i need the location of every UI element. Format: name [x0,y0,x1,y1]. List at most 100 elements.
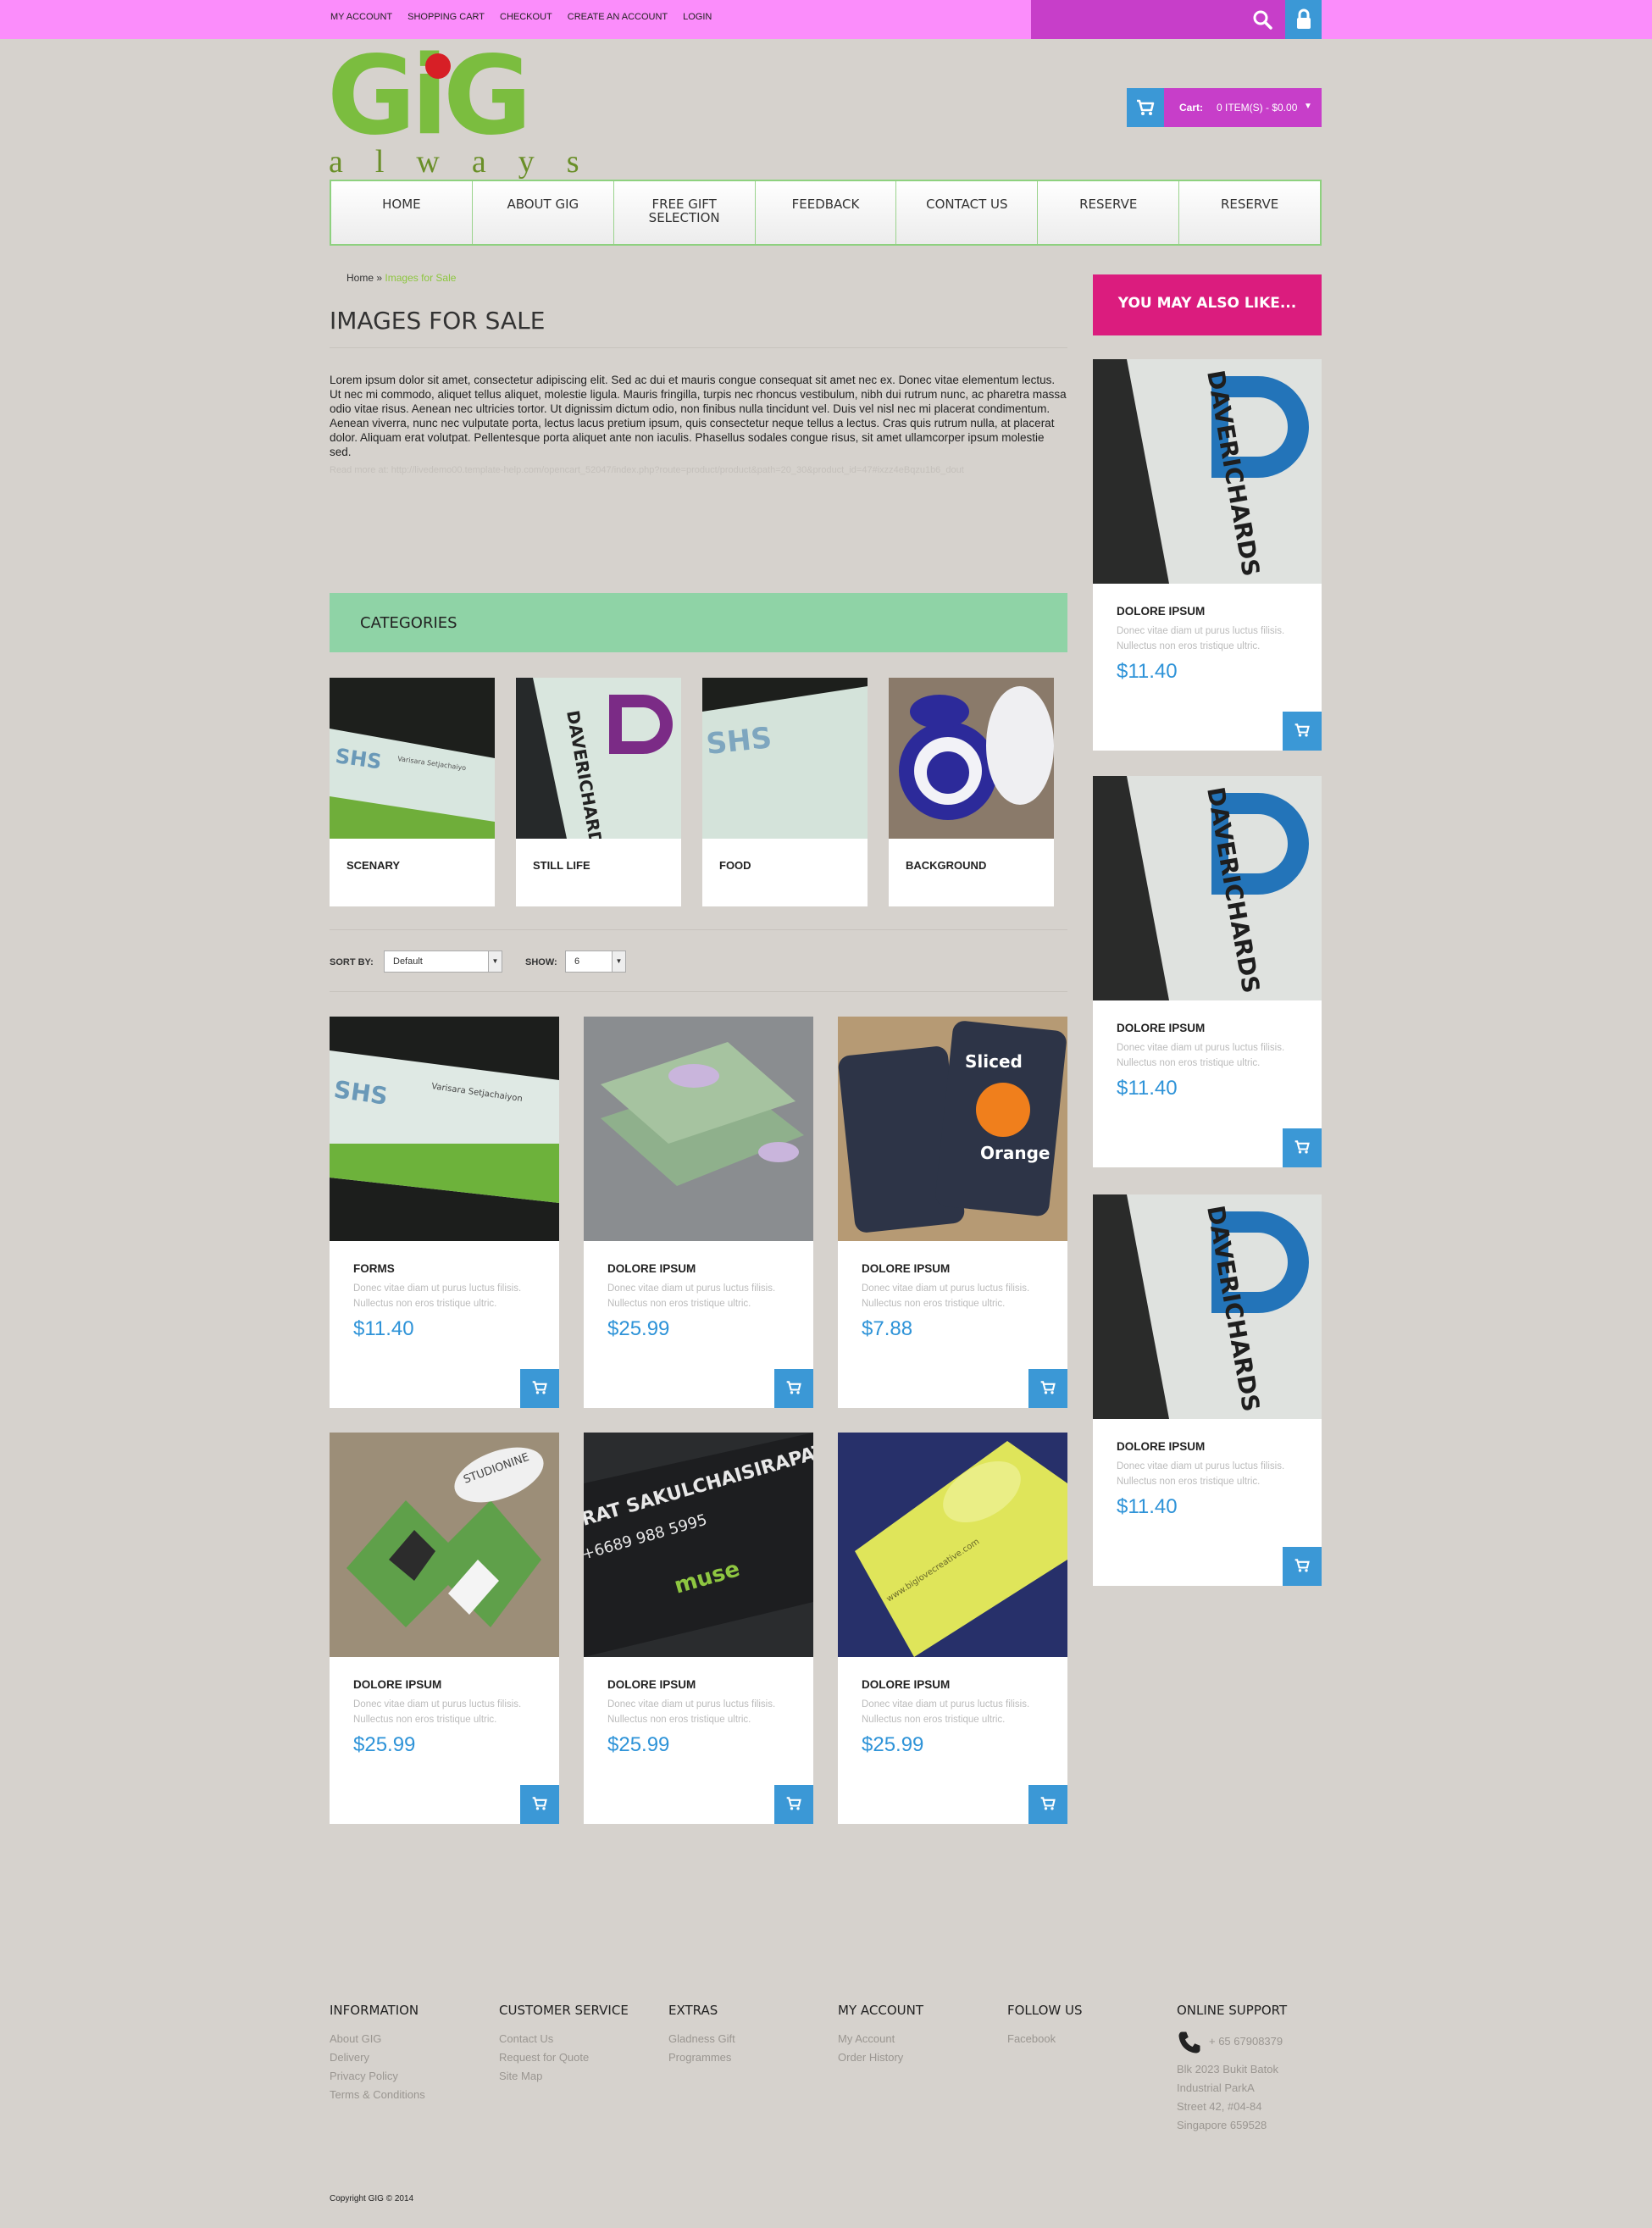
add-to-cart-button[interactable] [774,1369,813,1408]
nav-reserve[interactable]: RESERVE [1038,181,1180,244]
nav-reserve-2[interactable]: RESERVE [1179,181,1320,244]
product-card[interactable]: RAT SAKULCHAISIRAPAT +6689 988 5995 muse… [584,1433,813,1824]
category-image[interactable]: SHS Varisara Setjachaiyo [330,678,495,839]
add-to-cart-button[interactable] [774,1785,813,1824]
support-address-line: Street 42, #04-84 [1177,2100,1262,2113]
sidebar-product-card[interactable]: DAVERICHARDS DOLORE IPSUM Donec vitae di… [1093,359,1322,751]
categories-title: CATEGORIES [360,614,457,632]
cart-icon [786,1797,801,1810]
breadcrumb-home[interactable]: Home [346,272,374,284]
product-image[interactable]: STUDIONINE [330,1433,559,1657]
svg-text:Orange: Orange [980,1143,1050,1163]
add-to-cart-button[interactable] [1283,1128,1322,1167]
product-image[interactable]: SHS Varisara Setjachaiyon [330,1017,559,1241]
nav-contact-us[interactable]: CONTACT US [896,181,1039,244]
product-image[interactable]: RAT SAKULCHAISIRAPAT +6689 988 5995 muse [584,1433,813,1657]
add-to-cart-button[interactable] [520,1369,559,1408]
add-to-cart-button[interactable] [1283,1547,1322,1586]
product-name[interactable]: DOLORE IPSUM [1117,1440,1205,1453]
product-name[interactable]: FORMS [353,1262,395,1275]
nav-free-gift-selection[interactable]: FREE GIFT SELECTION [614,181,756,244]
product-price: $25.99 [353,1733,416,1756]
product-card[interactable]: www.biglovecreative.com DOLORE IPSUM Don… [838,1433,1067,1824]
divider [330,347,1067,348]
product-name[interactable]: DOLORE IPSUM [607,1262,696,1275]
category-card-background[interactable]: BACKGROUND [889,678,1054,906]
footer-link-privacy[interactable]: Privacy Policy [330,2067,425,2086]
support-address-line: Industrial ParkA [1177,2081,1255,2094]
nav-feedback[interactable]: FEEDBACK [756,181,897,244]
add-to-cart-button[interactable] [520,1785,559,1824]
product-price: $11.40 [1117,1495,1178,1518]
show-select[interactable]: 6 ▼ [565,951,626,973]
product-description: Donec vitae diam ut purus luctus filisis… [353,1283,522,1309]
sidebar-product-card[interactable]: DAVERICHARDS DOLORE IPSUM Donec vitae di… [1093,1194,1322,1586]
category-card-scenary[interactable]: SHS Varisara Setjachaiyo SCENARY [330,678,495,906]
search-icon[interactable] [1252,9,1272,30]
cart-icon [532,1797,547,1810]
nav-home[interactable]: HOME [331,181,473,244]
product-name[interactable]: DOLORE IPSUM [1117,605,1205,618]
sidebar-product-card[interactable]: DAVERICHARDS DOLORE IPSUM Donec vitae di… [1093,776,1322,1167]
product-description: Donec vitae diam ut purus luctus filisis… [353,1699,522,1725]
footer-customer-service: CUSTOMER SERVICE Contact Us Request for … [499,2003,629,2086]
footer-link-quote[interactable]: Request for Quote [499,2048,629,2067]
lock-icon[interactable] [1294,8,1313,30]
footer-heading: CUSTOMER SERVICE [499,2003,629,2018]
search-area [1031,0,1285,39]
cart-button[interactable] [1127,88,1164,127]
product-card[interactable]: STUDIONINE DOLORE IPSUM Donec vitae diam… [330,1433,559,1824]
footer-my-account: MY ACCOUNT My Account Order History [838,2003,923,2067]
product-name[interactable]: DOLORE IPSUM [353,1678,441,1691]
page-title: IMAGES FOR SALE [330,307,546,335]
product-name[interactable]: DOLORE IPSUM [862,1262,950,1275]
product-image[interactable]: www.biglovecreative.com [838,1433,1067,1657]
category-image[interactable]: DAVERICHARDS [516,678,681,839]
footer-link-programmes[interactable]: Programmes [668,2048,735,2067]
product-card[interactable]: DOLORE IPSUM Donec vitae diam ut purus l… [584,1017,813,1408]
product-image[interactable]: Sliced Orange [838,1017,1067,1241]
footer-link-order-history[interactable]: Order History [838,2048,923,2067]
product-image[interactable]: DAVERICHARDS [1093,1194,1322,1419]
add-to-cart-button[interactable] [1028,1369,1067,1408]
product-description: Donec vitae diam ut purus luctus filisis… [862,1283,1030,1309]
footer-link-facebook[interactable]: Facebook [1007,2030,1083,2048]
product-name[interactable]: DOLORE IPSUM [607,1678,696,1691]
my-account-link[interactable]: MY ACCOUNT [330,12,392,22]
add-to-cart-button[interactable] [1283,712,1322,751]
footer-link-contact[interactable]: Contact Us [499,2030,629,2048]
product-description: Donec vitae diam ut purus luctus filisis… [1117,626,1285,651]
nav-about-gig[interactable]: ABOUT GIG [473,181,614,244]
product-card[interactable]: Sliced Orange DOLORE IPSUM Donec vitae d… [838,1017,1067,1408]
category-card-still-life[interactable]: DAVERICHARDS STILL LIFE [516,678,681,906]
create-account-link[interactable]: CREATE AN ACCOUNT [568,12,668,22]
support-phone: + 65 67908379 [1209,2035,1283,2048]
product-card[interactable]: SHS Varisara Setjachaiyon FORMS Donec vi… [330,1017,559,1408]
product-image[interactable]: DAVERICHARDS [1093,359,1322,584]
footer-link-my-account[interactable]: My Account [838,2030,923,2048]
footer-link-terms[interactable]: Terms & Conditions [330,2086,425,2104]
footer-link-about[interactable]: About GIG [330,2030,425,2048]
cart-icon [1040,1797,1056,1810]
product-image[interactable]: DAVERICHARDS [1093,776,1322,1000]
category-image[interactable]: SHS [702,678,868,839]
product-name[interactable]: DOLORE IPSUM [1117,1022,1205,1034]
sort-value: Default [393,956,423,967]
chevron-down-icon: ▼ [488,951,502,972]
login-link[interactable]: LOGIN [683,12,712,22]
category-image[interactable] [889,678,1054,839]
footer-link-delivery[interactable]: Delivery [330,2048,425,2067]
product-name[interactable]: DOLORE IPSUM [862,1678,950,1691]
sort-select[interactable]: Default ▼ [384,951,502,973]
cart-summary[interactable]: Cart: 0 ITEM(S) - $0.00 ▼ [1164,88,1322,127]
footer-link-gladness-gift[interactable]: Gladness Gift [668,2030,735,2048]
cart-icon [1294,723,1310,737]
add-to-cart-button[interactable] [1028,1785,1067,1824]
checkout-link[interactable]: CHECKOUT [500,12,552,22]
footer-link-sitemap[interactable]: Site Map [499,2067,629,2086]
product-image[interactable] [584,1017,813,1241]
cart-icon [1294,1140,1310,1154]
shopping-cart-link[interactable]: SHOPPING CART [407,12,485,22]
category-card-food[interactable]: SHS FOOD [702,678,868,906]
cart-icon [786,1381,801,1394]
